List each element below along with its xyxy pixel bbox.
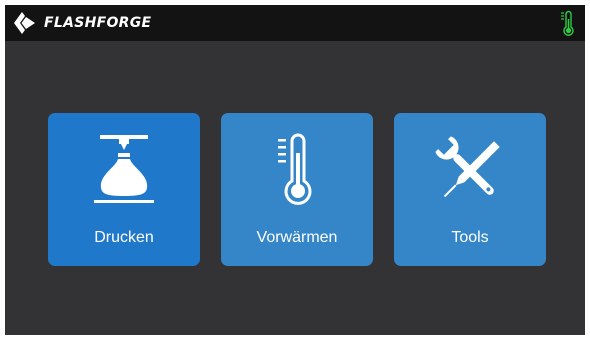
print-tile[interactable]: Drucken <box>48 113 200 266</box>
print-icon <box>94 135 154 203</box>
preheat-label: Vorwärmen <box>256 229 338 246</box>
tools-label: Tools <box>451 229 489 246</box>
tools-tile[interactable]: Tools <box>394 113 546 266</box>
printer-screen: FLASHFORGE Drucken Vorwärmen Tools <box>5 5 585 335</box>
brand-logo: FLASHFORGE <box>12 11 151 35</box>
brand-name: FLASHFORGE <box>44 15 152 31</box>
preheat-tile[interactable]: Vorwärmen <box>221 113 373 266</box>
print-label: Drucken <box>94 229 154 246</box>
thermometer-icon[interactable] <box>560 10 574 36</box>
thermometer-icon <box>278 133 312 205</box>
top-bar: FLASHFORGE <box>5 5 585 41</box>
tools-icon <box>435 136 500 198</box>
flashforge-logo-icon <box>14 12 35 34</box>
